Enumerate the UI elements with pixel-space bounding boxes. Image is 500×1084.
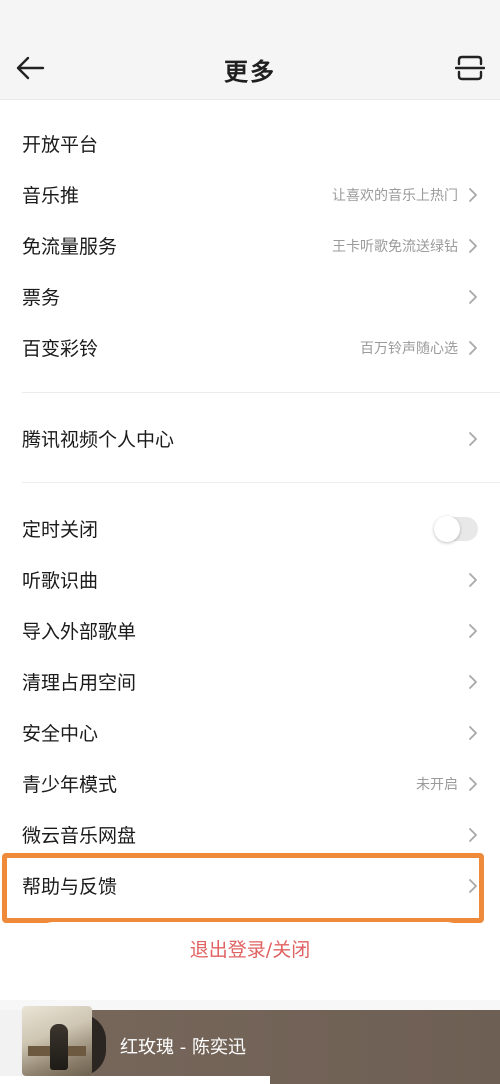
logout-label: 退出登录/关闭 xyxy=(189,938,311,961)
chevron-right-icon xyxy=(469,572,477,587)
album-cover[interactable] xyxy=(22,1006,92,1076)
chevron-right-icon xyxy=(469,827,477,842)
scan-icon xyxy=(455,55,485,81)
row-label: 音乐推 xyxy=(22,185,80,207)
row-label: 百变彩铃 xyxy=(22,338,99,360)
chevron-right-icon xyxy=(469,623,477,638)
now-playing-title[interactable]: 红玫瑰 - 陈奕迅 xyxy=(120,1033,246,1059)
row-label: 听歌识曲 xyxy=(22,570,99,592)
row-song-recognition[interactable]: 听歌识曲 xyxy=(0,554,500,605)
header-bar: 更多 xyxy=(0,0,500,100)
row-clean-storage[interactable]: 清理占用空间 xyxy=(0,656,500,707)
chevron-right-icon xyxy=(469,340,477,355)
row-label: 免流量服务 xyxy=(22,236,118,258)
scan-button[interactable] xyxy=(454,52,486,84)
row-hint: 未开启 xyxy=(416,776,458,793)
row-hint: 王卡听歌免流送绿钻 xyxy=(332,238,458,255)
row-label: 定时关闭 xyxy=(22,519,99,541)
row-tencent-video-center[interactable]: 腾讯视频个人中心 xyxy=(0,413,500,464)
row-label: 开放平台 xyxy=(22,134,99,156)
row-tickets[interactable]: 票务 xyxy=(0,271,500,322)
section-divider xyxy=(22,392,500,393)
row-free-data-service[interactable]: 免流量服务 王卡听歌免流送绿钻 xyxy=(0,220,500,271)
row-open-platform[interactable]: 开放平台 xyxy=(0,118,500,169)
chevron-right-icon xyxy=(469,725,477,740)
row-music-push[interactable]: 音乐推 让喜欢的音乐上热门 xyxy=(0,169,500,220)
row-import-playlist[interactable]: 导入外部歌单 xyxy=(0,605,500,656)
logout-button[interactable]: 退出登录/关闭 xyxy=(28,922,472,974)
toggle-knob xyxy=(434,515,460,542)
chevron-right-icon xyxy=(469,187,477,202)
row-label: 清理占用空间 xyxy=(22,672,137,694)
row-label: 青少年模式 xyxy=(22,774,118,796)
row-security-center[interactable]: 安全中心 xyxy=(0,707,500,758)
row-sleep-timer: 定时关闭 xyxy=(0,503,500,554)
section-divider xyxy=(22,482,500,483)
row-label: 导入外部歌单 xyxy=(22,621,137,643)
more-settings-page: 更多 开放平台 音乐推 让喜欢的音乐上热门 免流量服务 王卡听歌免流送绿钻 票务… xyxy=(0,0,500,1084)
chevron-right-icon xyxy=(469,878,477,893)
chevron-right-icon xyxy=(469,776,477,791)
row-label: 帮助与反馈 xyxy=(22,876,118,898)
settings-list: 开放平台 音乐推 让喜欢的音乐上热门 免流量服务 王卡听歌免流送绿钻 票务 百变… xyxy=(0,100,500,1000)
chevron-right-icon xyxy=(469,674,477,689)
row-hint: 百万铃声随心选 xyxy=(360,340,458,357)
row-teen-mode[interactable]: 青少年模式 未开启 xyxy=(0,758,500,809)
row-hint: 让喜欢的音乐上热门 xyxy=(332,187,458,204)
chevron-right-icon xyxy=(469,289,477,304)
page-title: 更多 xyxy=(224,58,276,86)
chevron-right-icon xyxy=(469,238,477,253)
row-ringtones[interactable]: 百变彩铃 百万铃声随心选 xyxy=(0,322,500,373)
bottom-strip xyxy=(0,1076,270,1084)
chevron-right-icon xyxy=(469,431,477,446)
row-weiyun-music-disk[interactable]: 微云音乐网盘 xyxy=(0,809,500,860)
row-label: 票务 xyxy=(22,287,61,309)
sleep-timer-toggle[interactable] xyxy=(434,515,478,542)
row-label: 微云音乐网盘 xyxy=(22,825,137,847)
row-help-feedback[interactable]: 帮助与反馈 xyxy=(0,860,500,911)
row-label: 安全中心 xyxy=(22,723,99,745)
row-label: 腾讯视频个人中心 xyxy=(22,429,175,451)
